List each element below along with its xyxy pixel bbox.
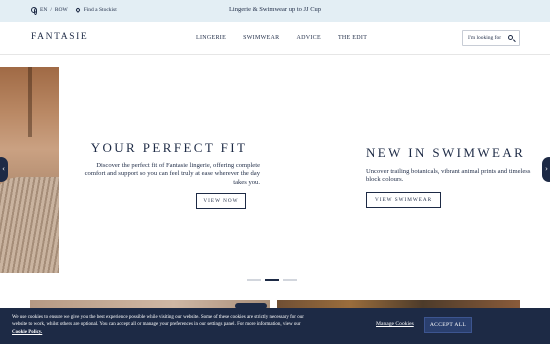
hero-image-detail: [28, 67, 32, 137]
manage-cookies-link[interactable]: Manage Cookies: [376, 321, 414, 327]
nav-item-advice[interactable]: ADVICE: [296, 35, 320, 41]
cookie-text: We use cookies to ensure we give you the…: [12, 314, 312, 336]
cookie-banner: We use cookies to ensure we give you the…: [0, 308, 550, 344]
view-now-button[interactable]: VIEW NOW: [196, 193, 246, 210]
nav-item-the-edit[interactable]: THE EDIT: [338, 35, 367, 41]
carousel-dot-1[interactable]: [247, 279, 261, 281]
slide-title: NEW IN SWIMWEAR: [366, 145, 526, 160]
view-swimwear-button[interactable]: VIEW SWIMWEAR: [366, 191, 442, 208]
carousel-dot-3[interactable]: [283, 279, 297, 281]
carousel-prev-button[interactable]: ‹: [0, 157, 8, 182]
nav-item-swimwear[interactable]: SWIMWEAR: [243, 35, 279, 41]
search-icon[interactable]: [508, 34, 513, 40]
top-bar: EN / ROW Find a Stockist Lingerie & Swim…: [0, 0, 550, 22]
main-nav: LINGERIE SWIMWEAR ADVICE THE EDIT: [196, 35, 367, 41]
accept-all-button[interactable]: ACCEPT ALL: [424, 317, 472, 333]
carousel-next-button[interactable]: ›: [542, 157, 550, 182]
hero-slide-new-in-swimwear: NEW IN SWIMWEAR Uncover trailing botanic…: [366, 145, 536, 208]
slide-description: Uncover trailing botanicals, vibrant ani…: [366, 168, 531, 184]
cookie-policy-link[interactable]: Cookie Policy.: [12, 330, 42, 335]
slide-description: Discover the perfect fit of Fantasie lin…: [84, 162, 260, 186]
chevron-left-icon: ‹: [2, 165, 5, 173]
hero-slide-perfect-fit: YOUR PERFECT FIT Discover the perfect fi…: [78, 140, 260, 210]
search-input[interactable]: I'm looking for: [462, 30, 520, 46]
site-header: FANTASIE LINGERIE SWIMWEAR ADVICE THE ED…: [0, 22, 550, 55]
slide-title: YOUR PERFECT FIT: [90, 140, 248, 155]
promo-message: Lingerie & Swimwear up to JJ Cup: [228, 6, 322, 13]
cookie-message: We use cookies to ensure we give you the…: [12, 315, 304, 328]
hero-image-blanket: [0, 177, 59, 273]
search-placeholder: I'm looking for: [468, 35, 502, 41]
hero-image: [0, 67, 59, 273]
carousel-dot-2[interactable]: [265, 279, 279, 281]
carousel-pagination: [247, 279, 297, 281]
chevron-right-icon: ›: [545, 165, 548, 173]
nav-item-lingerie[interactable]: LINGERIE: [196, 35, 226, 41]
brand-logo[interactable]: FANTASIE: [31, 32, 88, 42]
